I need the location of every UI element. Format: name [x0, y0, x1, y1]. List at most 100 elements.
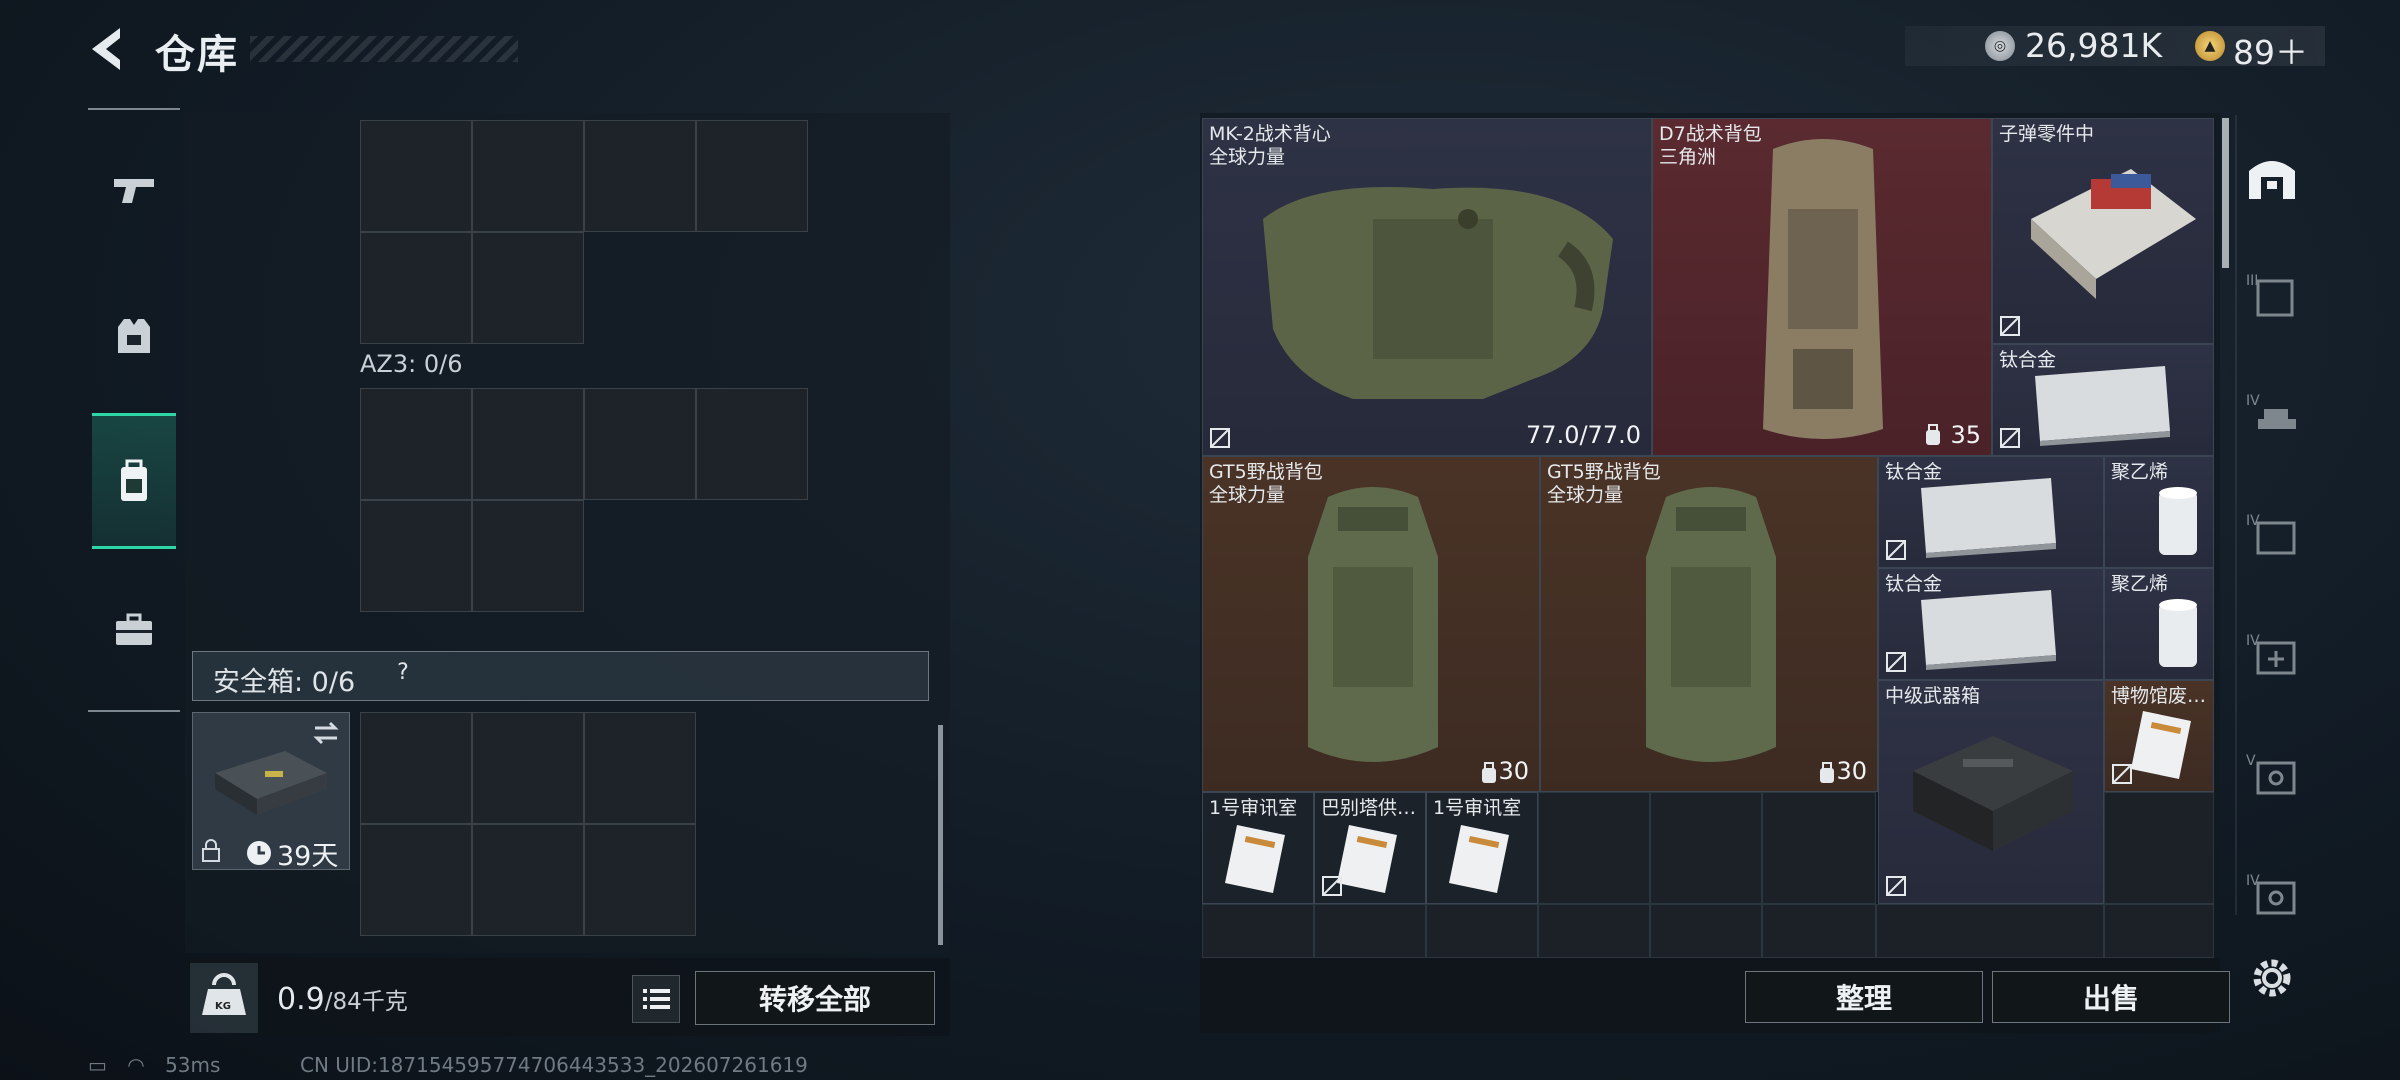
svg-text:IV: IV: [2246, 633, 2260, 649]
settings-button[interactable]: [2246, 952, 2298, 1004]
grid-slot[interactable]: [696, 388, 808, 500]
safe-box-item[interactable]: 39天: [192, 712, 350, 872]
no-insure-icon: [2000, 428, 2020, 448]
weight-unit-label: KG: [215, 1001, 231, 1012]
left-scrollbar[interactable]: [938, 725, 943, 945]
roll-image: [2159, 599, 2197, 667]
capacity-icon: [1926, 424, 1940, 445]
grid-slot[interactable]: [2104, 792, 2214, 904]
grid-slot[interactable]: [696, 120, 808, 232]
item-polyethylene[interactable]: 聚乙烯: [2104, 568, 2214, 680]
item-keycard[interactable]: 巴别塔供…: [1314, 792, 1426, 904]
capacity-value: 30: [1836, 757, 1867, 785]
grid-slot[interactable]: [360, 824, 472, 936]
roll-image: [2159, 487, 2197, 555]
durability-value: 77.0/77.0: [1526, 421, 1641, 449]
battery-icon: ▭: [88, 1053, 107, 1077]
grid-slot[interactable]: [2104, 904, 2214, 958]
network-status: ▭ ◠ 53ms: [88, 1053, 220, 1077]
item-titanium[interactable]: 钛合金: [1878, 568, 2104, 680]
back-arrow-icon: [92, 28, 120, 70]
back-button[interactable]: [84, 24, 134, 74]
grid-slot[interactable]: [1538, 792, 1650, 904]
tab-stash-6[interactable]: V: [2240, 738, 2304, 810]
item-gt5-backpack[interactable]: GT5野战背包 全球力量 30: [1202, 456, 1540, 792]
list-view-button[interactable]: [632, 975, 680, 1023]
tab-stash-4[interactable]: IV: [2240, 498, 2304, 570]
item-titanium[interactable]: 钛合金: [1878, 456, 2104, 568]
tab-stash-3[interactable]: IV: [2240, 378, 2304, 450]
item-keycard[interactable]: 博物馆废…: [2104, 680, 2214, 792]
no-insure-icon: [2000, 316, 2020, 336]
tab-armor[interactable]: [92, 272, 176, 402]
grid-slot[interactable]: [1426, 904, 1538, 958]
help-icon[interactable]: ?: [389, 660, 417, 690]
item-name: 中级武器箱: [1885, 685, 1981, 707]
grid-slot[interactable]: [1762, 904, 1876, 958]
grid-slot[interactable]: [472, 500, 584, 612]
grid-slot[interactable]: [584, 712, 696, 824]
grid-slot[interactable]: [1650, 792, 1762, 904]
svg-text:V: V: [2246, 753, 2256, 769]
sell-button[interactable]: 出售: [1992, 971, 2230, 1023]
grid-slot[interactable]: [1538, 904, 1650, 958]
weight-readout: 0.9/84千克: [277, 982, 408, 1017]
item-weapon-box[interactable]: 中级武器箱: [1878, 680, 2104, 904]
tab-case[interactable]: [92, 565, 176, 695]
no-insure-icon: [2112, 764, 2132, 784]
transfer-all-button[interactable]: 转移全部: [695, 971, 935, 1025]
tab-stash-2[interactable]: III: [2240, 258, 2304, 330]
tab-backpack[interactable]: [92, 413, 176, 549]
tab-weapons[interactable]: [92, 125, 176, 255]
tab-stash-5[interactable]: IV: [2240, 618, 2304, 690]
svg-text:IV: IV: [2246, 393, 2260, 409]
grid-slot[interactable]: [1650, 904, 1762, 958]
stash-level-icon: IV: [2246, 633, 2296, 675]
grid-slot[interactable]: [1876, 904, 2104, 958]
tactical-vest-image: [1263, 187, 1613, 399]
item-gt5-backpack[interactable]: GT5野战背包 全球力量 30: [1540, 456, 1878, 792]
grid-slot[interactable]: [1202, 904, 1314, 958]
grid-slot[interactable]: [360, 712, 472, 824]
pistol-icon: [114, 179, 154, 203]
grid-slot[interactable]: [584, 120, 696, 232]
grid-slot[interactable]: [584, 388, 696, 500]
backpack-image: [1308, 487, 1438, 762]
metal-plate-image: [2035, 366, 2170, 446]
right-scrollbar[interactable]: [2222, 118, 2229, 268]
item-keycard[interactable]: 1号审讯室: [1426, 792, 1538, 904]
svg-text:III: III: [2246, 273, 2258, 289]
item-bullet-parts[interactable]: 子弹零件中: [1992, 118, 2214, 344]
item-titanium[interactable]: 钛合金: [1992, 344, 2214, 456]
silver-coin-icon: ◎: [1985, 31, 2015, 61]
grid-slot[interactable]: [360, 232, 472, 344]
grid-slot[interactable]: [360, 500, 472, 612]
page-title: 仓库: [155, 32, 239, 78]
grid-slot[interactable]: [472, 712, 584, 824]
keycard-image: [2131, 711, 2191, 779]
tab-stash-7[interactable]: IV: [2240, 858, 2304, 930]
grid-slot[interactable]: [472, 232, 584, 344]
metal-plate-image: [1921, 478, 2056, 558]
tab-stash-1[interactable]: [2240, 140, 2304, 212]
svg-text:IV: IV: [2246, 513, 2260, 529]
item-d7-backpack[interactable]: D7战术背包 三角洲 35: [1652, 118, 1992, 456]
item-polyethylene[interactable]: 聚乙烯: [2104, 456, 2214, 568]
grid-slot[interactable]: [1762, 792, 1876, 904]
weapon-case-image: [1913, 736, 2073, 851]
grid-slot[interactable]: [360, 388, 472, 500]
item-keycard[interactable]: 1号审讯室: [1202, 792, 1314, 904]
item-mk2-vest[interactable]: MK-2战术背心 全球力量 77.0/77.0: [1202, 118, 1652, 456]
svg-text:IV: IV: [2246, 873, 2260, 889]
stash-level-icon: IV: [2246, 873, 2296, 915]
grid-slot[interactable]: [472, 120, 584, 232]
grid-slot[interactable]: [472, 824, 584, 936]
capacity-icon: [1820, 762, 1834, 783]
sort-button[interactable]: 整理: [1745, 971, 1983, 1023]
no-insure-icon: [1322, 876, 1342, 896]
grid-slot[interactable]: [584, 824, 696, 936]
parts-tray-image: [2031, 169, 2196, 299]
grid-slot[interactable]: [1314, 904, 1426, 958]
grid-slot[interactable]: [360, 120, 472, 232]
grid-slot[interactable]: [472, 388, 584, 500]
